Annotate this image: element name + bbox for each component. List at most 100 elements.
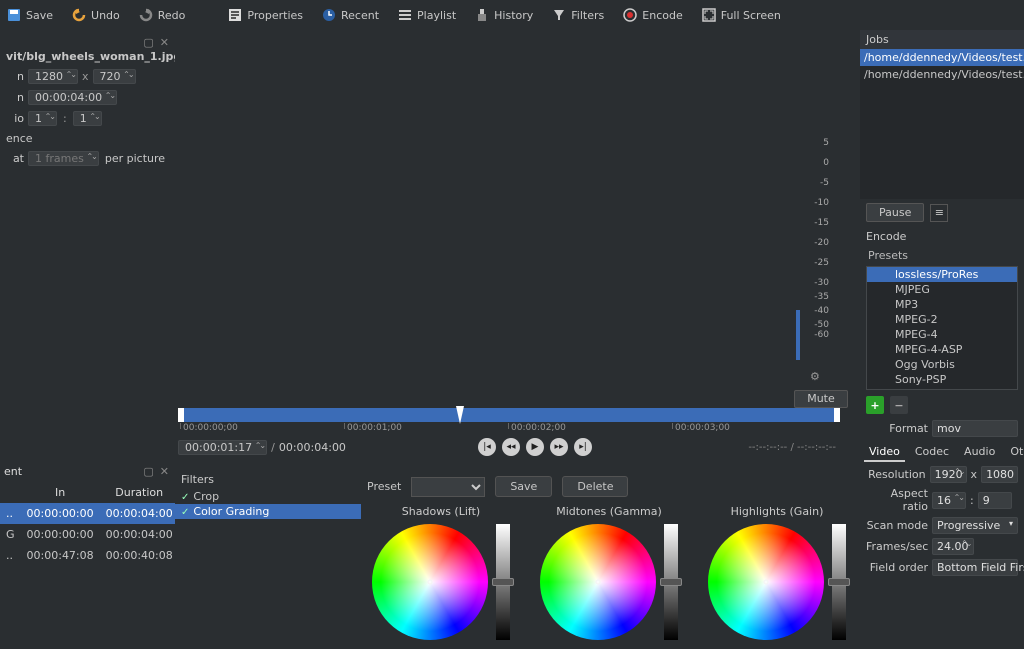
job-item[interactable]: /home/ddennedy/Videos/test.mov	[860, 66, 1024, 83]
filters-panel: Filters Crop Color Grading	[175, 470, 361, 649]
audio-meter-scale: 5 0 -5 -10 -15 -20 -25 -30 -35 -40 -50 -…	[800, 30, 835, 375]
highlights-color-wheel[interactable]	[708, 524, 824, 640]
preset-item[interactable]: MJPEG	[867, 282, 1017, 297]
undo-button[interactable]: Undo	[71, 0, 120, 30]
framecount-field[interactable]: 1 frames	[28, 151, 99, 166]
fullscreen-button[interactable]: Full Screen	[701, 0, 781, 30]
mute-button[interactable]: Mute	[794, 390, 848, 408]
frames-field[interactable]: 1	[28, 111, 57, 126]
height-field[interactable]: 720	[93, 69, 136, 84]
tab-codec[interactable]: Codec	[910, 443, 954, 462]
skip-end-button[interactable]: ▸|	[574, 438, 592, 456]
jobs-menu-icon[interactable]: ≡	[930, 204, 948, 222]
playlist-header: ent	[4, 465, 22, 478]
current-timecode[interactable]: 00:00:01:17	[178, 440, 267, 455]
preset-item[interactable]: MP3	[867, 297, 1017, 312]
add-preset-button[interactable]: +	[866, 396, 884, 414]
playlist-row[interactable]: G00:00:00:0000:00:04:00	[0, 524, 179, 545]
in-out-timecode: --:--:--:-- / --:--:--:--	[748, 442, 836, 453]
frame-back-button[interactable]: ◂◂	[502, 438, 520, 456]
preset-save-button[interactable]: Save	[495, 476, 552, 497]
duration-field[interactable]: 00:00:04:00	[28, 90, 117, 105]
fps-field[interactable]: 24.00	[932, 538, 974, 555]
resolution-label: Resolution	[866, 468, 926, 481]
undo-icon	[71, 7, 87, 23]
midtones-color-wheel[interactable]	[540, 524, 656, 640]
shadows-color-wheel[interactable]	[372, 524, 488, 640]
timeline-track[interactable]	[178, 408, 840, 422]
audio-meter-bar	[796, 310, 800, 360]
preset-item[interactable]: Ogg Vorbis	[867, 357, 1017, 372]
skip-start-button[interactable]: |◂	[478, 438, 496, 456]
preset-item[interactable]: MPEG-2	[867, 312, 1017, 327]
sequence-label: ence	[6, 132, 33, 145]
highlights-luma-slider[interactable]	[832, 524, 846, 640]
preset-item[interactable]: lossless/ProRes	[867, 267, 1017, 282]
fullscreen-icon	[701, 7, 717, 23]
timeline-ruler: 00:00:00;00 00:00:01;00 00:00:02;00 00:0…	[178, 422, 840, 436]
history-icon	[474, 7, 490, 23]
job-item[interactable]: /home/ddennedy/Videos/test.mo	[860, 49, 1024, 66]
recent-icon	[321, 7, 337, 23]
undock-icon[interactable]: ▢	[143, 465, 153, 478]
frame-fwd-button[interactable]: ▸▸	[550, 438, 568, 456]
res-height-field[interactable]: 1080	[981, 466, 1018, 483]
save-button[interactable]: Save	[6, 0, 53, 30]
tab-other[interactable]: Other	[1005, 443, 1024, 462]
tab-video[interactable]: Video	[864, 443, 905, 462]
gear-icon[interactable]: ⚙	[810, 370, 820, 383]
remove-preset-button[interactable]: −	[890, 396, 908, 414]
col-duration[interactable]: Duration	[100, 482, 179, 503]
playlist-panel: ent ▢ ✕ InDuration ..00:00:00:0000:00:04…	[0, 460, 175, 649]
playlist-button[interactable]: Playlist	[397, 0, 456, 30]
preset-item[interactable]: MPEG-4	[867, 327, 1017, 342]
aspect-label: Aspect ratio	[866, 487, 928, 513]
preset-item[interactable]: MPEG-4-ASP	[867, 342, 1017, 357]
pause-button[interactable]: Pause	[866, 203, 924, 222]
format-field[interactable]: mov	[932, 420, 1018, 437]
close-icon[interactable]: ✕	[160, 465, 169, 478]
video-preview[interactable]	[175, 30, 800, 405]
col-in[interactable]: In	[21, 482, 100, 503]
preset-delete-button[interactable]: Delete	[562, 476, 628, 497]
close-icon[interactable]: ✕	[160, 36, 169, 49]
playlist-table: InDuration ..00:00:00:0000:00:04:00 G00:…	[0, 482, 179, 566]
filters-button[interactable]: Filters	[551, 0, 604, 30]
shadows-luma-slider[interactable]	[496, 524, 510, 640]
format-label: Format	[866, 422, 928, 435]
undock-icon[interactable]: ▢	[143, 36, 153, 49]
aspect-b-field[interactable]: 9	[978, 492, 1012, 509]
midtones-luma-slider[interactable]	[664, 524, 678, 640]
in-point-handle[interactable]	[178, 408, 184, 422]
filter-color-grading[interactable]: Color Grading	[175, 504, 361, 519]
play-button[interactable]: ▶	[526, 438, 544, 456]
repeat-field[interactable]: 1	[73, 111, 102, 126]
encode-button[interactable]: Encode	[622, 0, 682, 30]
scan-mode-select[interactable]: Progressive ▾	[932, 517, 1018, 534]
width-field[interactable]: 1280	[28, 69, 78, 84]
panel-controls: ▢ ✕	[143, 36, 169, 49]
filter-crop[interactable]: Crop	[175, 489, 361, 504]
tab-audio[interactable]: Audio	[959, 443, 1000, 462]
res-width-field[interactable]: 1920	[930, 466, 967, 483]
playlist-row[interactable]: ..00:00:47:0800:00:40:08	[0, 545, 179, 566]
history-button[interactable]: History	[474, 0, 533, 30]
scan-label: Scan mode	[866, 519, 928, 532]
playlist-row[interactable]: ..00:00:00:0000:00:04:00	[0, 503, 179, 524]
preset-item[interactable]: stills/BMP	[867, 387, 1017, 390]
save-icon	[6, 7, 22, 23]
out-point-handle[interactable]	[834, 408, 840, 422]
field-order-select[interactable]: Bottom Field First	[932, 559, 1018, 576]
properties-button[interactable]: Properties	[227, 0, 303, 30]
total-timecode: 00:00:04:00	[279, 441, 346, 454]
preset-select[interactable]	[411, 477, 485, 497]
preset-list: lossless/ProRes MJPEG MP3 MPEG-2 MPEG-4 …	[866, 266, 1018, 390]
main-toolbar: Save Undo Redo Properties Recent Playlis…	[0, 0, 1024, 30]
shadows-label: Shadows (Lift)	[402, 505, 480, 518]
aspect-a-field[interactable]: 16	[932, 492, 966, 509]
recent-button[interactable]: Recent	[321, 0, 379, 30]
filters-header: Filters	[175, 470, 361, 489]
properties-panel: ▢ ✕ vit/blg_wheels_woman_1.jpg n 1280 x …	[0, 30, 175, 460]
redo-button[interactable]: Redo	[138, 0, 186, 30]
preset-item[interactable]: Sony-PSP	[867, 372, 1017, 387]
